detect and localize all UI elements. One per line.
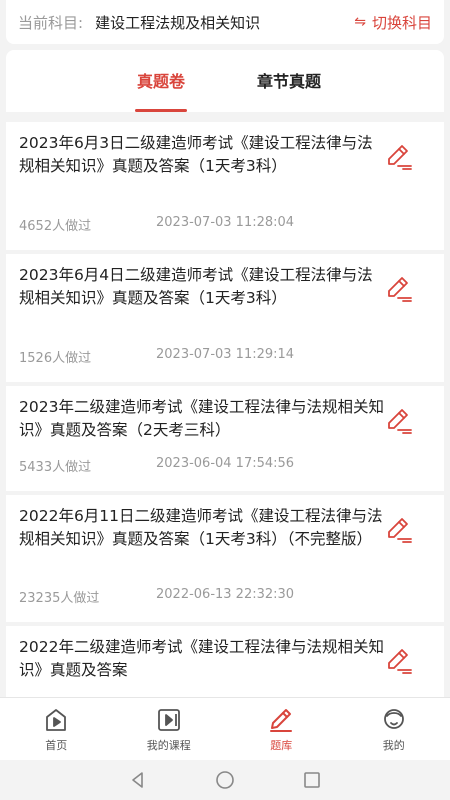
edit-icon[interactable] (384, 142, 414, 172)
paper-list: 2023年6月3日二级建造师考试《建设工程法律与法规相关知识》真题及答案（1天考… (6, 122, 444, 710)
list-item[interactable]: 2022年二级建造师考试《建设工程法律与法规相关知识》真题及答案 (6, 626, 444, 706)
nav-label: 首页 (45, 739, 68, 752)
bottom-tab-bar: 首页 我的课程 题库 我的 (0, 697, 450, 760)
tab-past-papers[interactable]: 真题卷 (97, 50, 225, 112)
home-circle-icon[interactable] (215, 770, 235, 790)
pencil-icon (270, 709, 293, 732)
paper-title: 2023年6月3日二级建造师考试《建设工程法律与法规相关知识》真题及答案（1天考… (19, 134, 373, 175)
home-play-icon (46, 709, 67, 731)
nav-home[interactable]: 首页 (0, 698, 113, 760)
tab-label: 真题卷 (136, 72, 185, 91)
switch-arrows-icon: ⇋ (354, 14, 366, 30)
publish-time: 2023-07-03 11:28:04 (156, 215, 295, 230)
switch-subject-button[interactable]: ⇋ 切换科目 (354, 12, 432, 33)
edit-icon[interactable] (384, 406, 414, 436)
paper-meta: 1526人做过 2023-07-03 11:29:14 (19, 347, 294, 366)
paper-title: 2022年6月11日二级建造师考试《建设工程法律与法规相关知识》真题及答案（1天… (19, 507, 383, 548)
paper-title: 2023年6月4日二级建造师考试《建设工程法律与法规相关知识》真题及答案（1天考… (19, 266, 373, 307)
nav-label: 我的课程 (146, 739, 191, 752)
list-item[interactable]: 2023年6月4日二级建造师考试《建设工程法律与法规相关知识》真题及答案（1天考… (6, 254, 444, 382)
system-navigation-bar (0, 760, 450, 800)
edit-icon[interactable] (384, 515, 414, 545)
tab-label: 章节真题 (256, 72, 321, 91)
tab-chapter-questions[interactable]: 章节真题 (225, 50, 353, 112)
paper-meta: 4652人做过 2023-07-03 11:28:04 (19, 215, 294, 234)
nav-label: 题库 (270, 739, 293, 752)
list-item[interactable]: 2022年6月11日二级建造师考试《建设工程法律与法规相关知识》真题及答案（1天… (6, 495, 444, 622)
course-video-icon (157, 709, 180, 731)
subject-bar: 当前科目: 建设工程法规及相关知识 ⇋ 切换科目 (6, 0, 444, 44)
publish-time: 2023-07-03 11:29:14 (156, 347, 295, 362)
recents-square-icon[interactable] (302, 770, 322, 790)
paper-meta: 5433人做过 2023-06-04 17:54:56 (19, 456, 294, 475)
active-tab-indicator (135, 109, 187, 112)
profile-icon (383, 709, 404, 729)
list-item[interactable]: 2023年6月3日二级建造师考试《建设工程法律与法规相关知识》真题及答案（1天考… (6, 122, 444, 250)
switch-subject-label: 切换科目 (371, 13, 432, 32)
publish-time: 2023-06-04 17:54:56 (156, 456, 295, 471)
edit-icon[interactable] (384, 274, 414, 304)
current-subject-label: 当前科目: (18, 13, 84, 32)
paper-title: 2022年二级建造师考试《建设工程法律与法规相关知识》真题及答案 (19, 638, 384, 679)
paper-title: 2023年二级建造师考试《建设工程法律与法规相关知识》真题及答案（2天考三科） (19, 398, 384, 439)
nav-profile[interactable]: 我的 (338, 698, 450, 760)
attempt-count: 5433人做过 (19, 460, 92, 475)
nav-my-courses[interactable]: 我的课程 (113, 698, 226, 760)
paper-meta: 23235人做过 2022-06-13 22:32:30 (19, 587, 294, 606)
nav-label: 我的 (382, 739, 405, 752)
back-triangle-icon[interactable] (128, 770, 148, 790)
paper-type-tabs: 真题卷 章节真题 (6, 50, 444, 112)
attempt-count: 4652人做过 (19, 219, 92, 234)
current-subject-name: 建设工程法规及相关知识 (95, 13, 261, 32)
publish-time: 2022-06-13 22:32:30 (156, 587, 295, 602)
edit-icon[interactable] (384, 646, 414, 676)
list-item[interactable]: 2023年二级建造师考试《建设工程法律与法规相关知识》真题及答案（2天考三科） … (6, 386, 444, 491)
attempt-count: 1526人做过 (19, 351, 92, 366)
nav-question-bank[interactable]: 题库 (225, 698, 338, 760)
attempt-count: 23235人做过 (19, 591, 100, 606)
